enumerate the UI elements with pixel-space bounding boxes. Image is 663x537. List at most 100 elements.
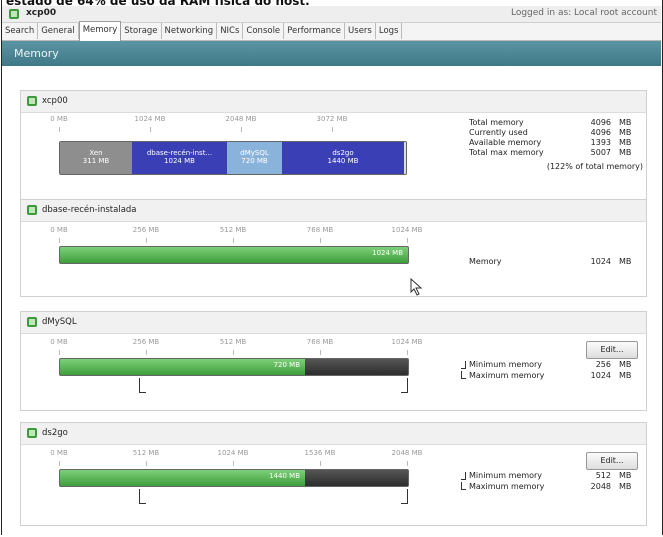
edit-memory-button[interactable]: Edit... — [586, 341, 638, 359]
host-stats: Total memory 4096 MB Currently used 4096 MB Av… — [469, 118, 644, 158]
stat-value: 1393 — [590, 138, 611, 147]
host-scale: 0 MB 1024 MB 2048 MB 3072 MB — [21, 115, 441, 135]
tick-label: 1024 MB — [134, 115, 166, 123]
vm-scale: 0 MB 256 MB 512 MB 768 MB 1024 MB — [21, 226, 441, 246]
stat-value: 1024 — [590, 257, 611, 266]
max-memory-marker[interactable] — [401, 489, 408, 504]
tick-mark — [59, 350, 60, 355]
stat-label: Maximum memory — [469, 371, 545, 380]
tick-mark — [320, 350, 321, 355]
stat-value: 1024 — [590, 371, 611, 380]
tick-label: 1024 MB — [391, 338, 423, 346]
memory-segment: ds2go 1440 MB — [282, 142, 404, 174]
stat-unit: MB — [619, 148, 632, 157]
memory-segment: Xen 311 MB — [60, 142, 132, 174]
tick-mark — [407, 238, 408, 243]
vm-scale: 0 MB 512 MB 1024 MB 1536 MB 2048 MB — [21, 449, 441, 469]
vm-scale: 0 MB 256 MB 512 MB 768 MB 1024 MB — [21, 338, 441, 358]
tick-mark — [146, 350, 147, 355]
bar-value-label: 1024 MB — [372, 249, 403, 257]
tab-logs[interactable]: Logs — [376, 23, 403, 39]
tick-label: 1024 MB — [391, 226, 423, 234]
stat-value: 512 — [595, 471, 611, 480]
panel-header: ds2go — [21, 423, 646, 445]
tab-storage[interactable]: Storage — [121, 23, 162, 39]
tab-memory[interactable]: Memory — [78, 21, 122, 42]
tab-users[interactable]: Users — [345, 23, 376, 39]
tick-mark — [150, 127, 151, 132]
stat-label: Minimum memory — [469, 471, 543, 480]
server-icon — [27, 96, 37, 106]
tick-mark — [233, 238, 234, 243]
stat-label: Currently used — [469, 128, 528, 137]
min-bracket-icon — [461, 472, 466, 480]
stat-unit: MB — [619, 371, 632, 380]
edit-memory-button[interactable]: Edit... — [586, 452, 638, 470]
tab-networking[interactable]: Networking — [162, 23, 218, 39]
tick-label: 1536 MB — [304, 449, 336, 457]
tab-general[interactable]: General — [38, 23, 79, 39]
bar-value-label: 720 MB — [273, 361, 300, 369]
panel-header: dbase-recén-instalada — [21, 200, 646, 222]
tick-mark — [146, 461, 147, 466]
min-memory-marker[interactable] — [139, 489, 146, 504]
vm-memory-panel: dbase-recén-instalada 0 MB 256 MB 512 MB 768… — [20, 199, 647, 297]
host-panel-title: xcp00 — [42, 96, 68, 106]
tick-label: 0 MB — [50, 449, 68, 457]
stat-unit: MB — [619, 257, 632, 266]
stat-unit: MB — [619, 138, 632, 147]
tick-mark — [233, 350, 234, 355]
max-memory-note: (122% of total memory) — [546, 162, 643, 171]
tab-search[interactable]: Search — [2, 23, 39, 39]
bar-fill: 1440 MB — [60, 470, 305, 486]
stat-row: Available memory 1393 MB — [469, 138, 644, 148]
vm-name: dMySQL — [42, 317, 77, 327]
stat-row: Total max memory 5007 MB — [469, 148, 644, 158]
vm-memory-bar: 720 MB — [59, 358, 409, 376]
tick-label: 256 MB — [132, 338, 160, 346]
mouse-cursor-icon — [410, 278, 423, 296]
memory-segment: dbase-recén-inst... 1024 MB — [132, 142, 227, 174]
tick-mark — [241, 127, 242, 132]
tick-label: 2048 MB — [225, 115, 257, 123]
bar-fill: 720 MB — [60, 359, 305, 375]
vm-memory-panel: dMySQL 0 MB 256 MB 512 MB 768 MB 1024 MB 720 M… — [20, 311, 647, 411]
vm-memory-bar: 1440 MB — [59, 469, 409, 487]
vm-memory-bar: 1024 MB — [59, 246, 409, 264]
stat-label: Memory — [469, 257, 502, 266]
tab-console[interactable]: Console — [243, 23, 285, 39]
tab-nics[interactable]: NICs — [217, 23, 244, 39]
segment-value: 720 MB — [241, 156, 268, 165]
stat-row: Maximum memory 1024 MB — [461, 371, 644, 382]
tick-label: 256 MB — [132, 226, 160, 234]
vm-icon — [27, 428, 37, 438]
tick-label: 768 MB — [306, 226, 334, 234]
stat-unit: MB — [619, 128, 632, 137]
max-memory-marker[interactable] — [401, 378, 408, 393]
vm-stats: Minimum memory 512 MB Maximum memory 2048 MB — [461, 471, 644, 493]
bar-fill: 1024 MB — [60, 247, 408, 263]
server-icon — [9, 9, 19, 19]
min-memory-marker[interactable] — [139, 378, 146, 393]
stat-label: Maximum memory — [469, 482, 545, 491]
tick-label: 1024 MB — [217, 449, 249, 457]
stat-unit: MB — [619, 482, 632, 491]
segment-value: 311 MB — [82, 156, 110, 165]
panel-header: xcp00 — [21, 91, 646, 113]
tick-label: 0 MB — [50, 338, 68, 346]
stat-row: Currently used 4096 MB — [469, 128, 644, 138]
tab-performance[interactable]: Performance — [284, 23, 346, 39]
host-memory-panel: xcp00 0 MB 1024 MB 2048 MB 3072 MB Xen 311 M… — [20, 90, 647, 210]
stat-value: 256 — [595, 360, 611, 369]
tick-label: 2048 MB — [391, 449, 423, 457]
stat-value: 4096 — [590, 128, 611, 137]
login-status: Logged in as: Local root account — [510, 8, 657, 18]
stat-value: 4096 — [590, 118, 611, 127]
memory-segment: dMySQL 720 MB — [227, 142, 282, 174]
tick-mark — [332, 127, 333, 132]
segment-value: 1024 MB — [164, 156, 195, 165]
tick-mark — [320, 238, 321, 243]
tick-label: 0 MB — [50, 226, 68, 234]
vm-icon — [27, 317, 37, 327]
stat-row: Minimum memory 512 MB — [461, 471, 644, 482]
